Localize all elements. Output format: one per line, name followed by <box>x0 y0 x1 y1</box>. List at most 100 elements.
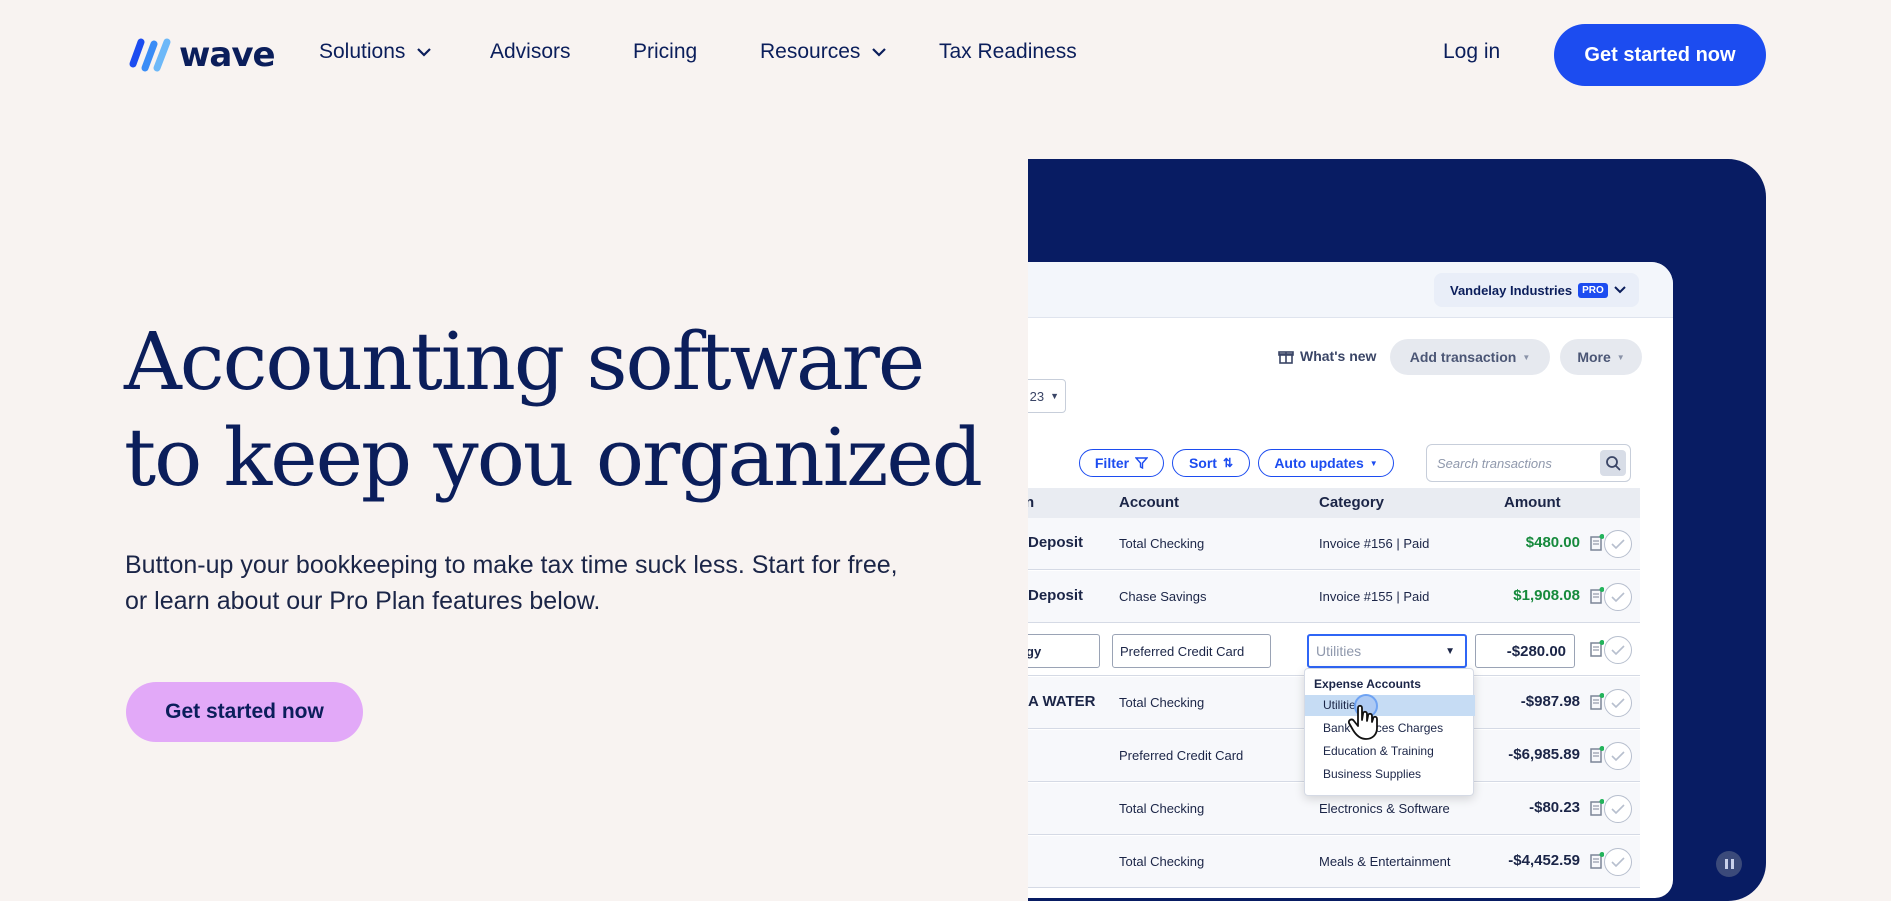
table-row[interactable]: Total Checking Meals & Entertainment -$4… <box>1028 836 1640 888</box>
nav-item-tax-readiness[interactable]: Tax Readiness <box>939 40 1077 64</box>
row-description: Deposit <box>1028 534 1084 551</box>
row-account: Total Checking <box>1119 801 1205 816</box>
account-value: Preferred Credit Card <box>1120 643 1245 659</box>
search-button[interactable] <box>1600 450 1626 476</box>
description-field[interactable]: gy <box>1028 634 1100 668</box>
filter-label: Filter <box>1094 455 1130 471</box>
wave-logo[interactable]: wave <box>125 34 276 76</box>
row-amount: -$80.23 <box>1529 799 1580 816</box>
caret-down-icon: ▼ <box>1050 391 1059 401</box>
filter-button[interactable]: Filter <box>1079 449 1164 477</box>
auto-updates-button[interactable]: Auto updates ▼ <box>1258 449 1394 477</box>
check-circle-icon[interactable] <box>1604 530 1632 558</box>
dropdown-option-education-training[interactable]: Education & Training <box>1305 741 1475 762</box>
gift-icon <box>1278 351 1294 364</box>
date-value: 23 <box>1029 388 1045 404</box>
row-account: Chase Savings <box>1119 589 1207 604</box>
row-amount: -$4,452.59 <box>1508 852 1580 869</box>
check-circle-icon[interactable] <box>1604 583 1632 611</box>
amount-value: -$280.00 <box>1506 642 1566 660</box>
login-link[interactable]: Log in <box>1443 40 1500 64</box>
receipt-icon[interactable] <box>1590 852 1604 870</box>
nav-label: Pricing <box>633 40 698 63</box>
nav-label: Tax Readiness <box>939 40 1077 63</box>
description-value: gy <box>1028 643 1042 659</box>
category-select[interactable]: Utilities ▼ <box>1307 634 1467 668</box>
whats-new-link[interactable]: What's new <box>1278 348 1376 364</box>
search-placeholder: Search transactions <box>1437 455 1552 471</box>
check-circle-icon[interactable] <box>1604 742 1632 770</box>
dropdown-option-utilities[interactable]: Utilitie <box>1305 695 1475 716</box>
dropdown-option-business-supplies[interactable]: Business Supplies <box>1305 764 1475 785</box>
option-label: Business Supplies <box>1323 767 1422 781</box>
more-button[interactable]: More ▼ <box>1560 339 1642 375</box>
pause-icon <box>1724 859 1728 869</box>
pro-badge: PRO <box>1578 282 1608 298</box>
check-circle-icon[interactable] <box>1604 848 1632 876</box>
wave-logo-icon <box>129 38 171 72</box>
chevron-down-icon <box>1614 286 1626 294</box>
category-value: Utilities <box>1316 643 1362 659</box>
nav-item-pricing[interactable]: Pricing <box>633 40 697 64</box>
whats-new-label: What's new <box>1300 348 1377 364</box>
app-header: Vandelay Industries PRO <box>1028 262 1673 318</box>
row-account: Total Checking <box>1119 695 1205 710</box>
account-field[interactable]: Preferred Credit Card <box>1112 634 1271 668</box>
hero-title-line-1: Accounting software <box>124 315 925 408</box>
logo-text: wave <box>179 35 276 75</box>
more-label: More <box>1577 349 1611 365</box>
chevron-down-icon <box>872 48 887 57</box>
business-switcher[interactable]: Vandelay Industries PRO <box>1434 273 1639 307</box>
row-amount: -$6,985.89 <box>1508 746 1580 763</box>
hero-get-started-button[interactable]: Get started now <box>126 682 363 742</box>
receipt-icon[interactable] <box>1590 640 1604 658</box>
table-header: n Account Category Amount <box>1028 488 1640 518</box>
amount-field[interactable]: -$280.00 <box>1475 634 1575 668</box>
nav-label: Solutions <box>319 40 406 63</box>
nav-label: Advisors <box>490 40 571 63</box>
pause-icon <box>1730 859 1734 869</box>
row-account: Preferred Credit Card <box>1119 748 1244 763</box>
receipt-icon[interactable] <box>1590 534 1604 552</box>
receipt-icon[interactable] <box>1590 746 1604 764</box>
category-dropdown: Expense Accounts Utilitie Bank ces Charg… <box>1304 668 1475 796</box>
nav-item-resources[interactable]: Resources <box>760 40 887 64</box>
date-range-select[interactable]: 23 ▼ <box>1028 379 1066 413</box>
caret-down-icon: ▼ <box>1445 645 1455 657</box>
get-started-button[interactable]: Get started now <box>1554 24 1766 86</box>
row-account: Total Checking <box>1119 536 1205 551</box>
row-amount: $1,908.08 <box>1513 587 1580 604</box>
column-category[interactable]: Category <box>1319 494 1384 511</box>
dropdown-option-bank-services-charges[interactable]: Bank ces Charges <box>1305 718 1475 739</box>
nav-item-advisors[interactable]: Advisors <box>490 40 571 64</box>
row-amount: $480.00 <box>1525 534 1580 551</box>
check-circle-icon[interactable] <box>1604 636 1632 664</box>
check-circle-icon[interactable] <box>1604 795 1632 823</box>
app-screenshot: Vandelay Industries PRO What's new Add t… <box>1028 262 1673 898</box>
pause-button[interactable] <box>1716 851 1742 877</box>
add-transaction-label: Add transaction <box>1409 349 1517 365</box>
row-category: Invoice #155 | Paid <box>1319 589 1430 604</box>
hero-title-line-2: to keep you organized <box>124 411 983 504</box>
check-circle-icon[interactable] <box>1604 689 1632 717</box>
row-category: Electronics & Software <box>1319 801 1450 816</box>
nav-item-solutions[interactable]: Solutions <box>319 40 432 64</box>
table-row[interactable]: Deposit Total Checking Invoice #156 | Pa… <box>1028 518 1640 570</box>
auto-updates-label: Auto updates <box>1274 455 1364 471</box>
column-account[interactable]: Account <box>1119 494 1179 511</box>
receipt-icon[interactable] <box>1590 799 1604 817</box>
search-input[interactable]: Search transactions <box>1426 444 1631 482</box>
add-transaction-button[interactable]: Add transaction ▼ <box>1390 339 1550 375</box>
row-amount: -$987.98 <box>1520 693 1580 710</box>
search-icon <box>1606 456 1621 471</box>
receipt-icon[interactable] <box>1590 693 1604 711</box>
receipt-icon[interactable] <box>1590 587 1604 605</box>
option-label: ces Charges <box>1375 721 1444 735</box>
row-category: Invoice #156 | Paid <box>1319 536 1430 551</box>
column-amount[interactable]: Amount <box>1504 494 1561 511</box>
sort-button[interactable]: Sort ⇅ <box>1172 449 1250 477</box>
row-description: A WATER <box>1028 693 1096 710</box>
table-row[interactable]: Deposit Chase Savings Invoice #155 | Pai… <box>1028 571 1640 623</box>
sort-arrows-icon: ⇅ <box>1222 456 1234 470</box>
caret-down-icon: ▼ <box>1616 352 1625 362</box>
